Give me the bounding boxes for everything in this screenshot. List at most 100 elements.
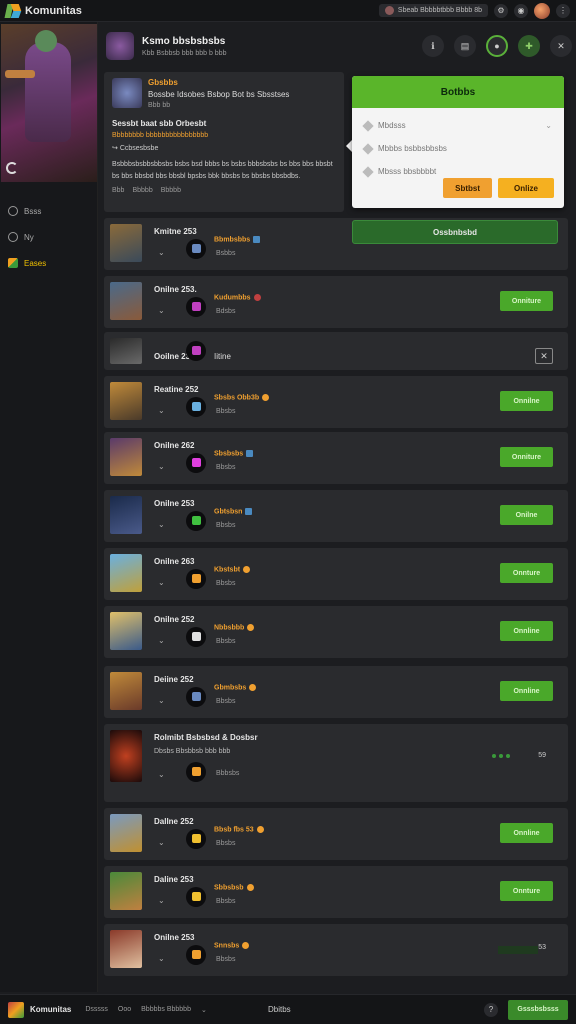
chevron-down-icon[interactable]: ⌄ (158, 896, 165, 905)
item-sub-2: Bbbsbs (216, 770, 240, 777)
online-button[interactable]: Onnture (500, 563, 553, 583)
item-sub: Bbsbs (216, 698, 236, 705)
notice-foot-1[interactable]: Bbb (112, 187, 124, 194)
game-badge-icon (186, 762, 206, 782)
game-badge-icon (186, 297, 206, 317)
item-sub: Bbsbs (216, 408, 236, 415)
bottom-link-3[interactable]: Bbbbbs Bbbbbb (141, 1006, 191, 1013)
item-name: Onilne 253. (154, 285, 197, 294)
popup-option-1[interactable]: Mbdsss ⌄ (352, 114, 564, 137)
document-icon[interactable]: ▤ (454, 35, 476, 57)
green-action-bar[interactable]: Ossbnbsbd (352, 220, 558, 244)
online-button[interactable]: Onniture (500, 291, 553, 311)
notice-heading: Sessbt baat sbb Orbesbt (112, 119, 207, 128)
list-item[interactable]: Ooilne 23 Iitine ✕ (104, 332, 568, 370)
list-item[interactable]: Onilne 253 ⌄ Gbtsbsn Bbsbs Onilne (104, 490, 568, 542)
status-badge (246, 450, 254, 457)
info-icon[interactable]: ℹ (422, 35, 444, 57)
notice-meta: Bbb bb (148, 102, 171, 109)
list-item[interactable]: Onilne 262 ⌄ Sbsbsbs Bbsbs Onniture (104, 432, 568, 484)
chevron-down-icon[interactable]: ⌄ (158, 636, 165, 645)
chevron-down-icon[interactable]: ⌄ (158, 406, 165, 415)
bottom-action-button[interactable]: Gsssbsbsss (508, 999, 568, 1020)
popup-confirm-button[interactable]: Onlize (498, 178, 554, 198)
game-badge-icon (186, 453, 206, 473)
chevron-down-icon[interactable]: ⌄ (158, 306, 165, 315)
item-name: Ooilne 23 (154, 352, 191, 361)
sidebar-item-label: Bsss (24, 206, 42, 216)
online-button[interactable]: Onnture (500, 881, 553, 901)
list-item[interactable]: Daline 253 ⌄ Sbbsbsb Bbsbs Onnture (104, 866, 568, 918)
settings-icon[interactable]: ⚙ (494, 3, 508, 18)
chevron-down-icon[interactable]: ⌄ (158, 696, 165, 705)
bottom-bar: Komunitas Dsssss Ooo Bbbbbs Bbbbbb ⌄ Dbi… (0, 994, 576, 1024)
notice-thumbnail (112, 78, 142, 108)
bottom-link-2[interactable]: Ooo (118, 1006, 131, 1013)
close-button[interactable]: ✕ (535, 348, 553, 364)
game-badge-icon (186, 569, 206, 589)
online-button[interactable]: Onnline (500, 823, 553, 843)
item-name: Onilne 252 (154, 615, 195, 624)
list-item[interactable]: Deiine 252 ⌄ Gbmbsbs Bbsbs Onnline (104, 666, 568, 718)
chevron-down-icon[interactable]: ⌄ (158, 954, 165, 963)
popup-cancel-button[interactable]: Sbtbst (443, 178, 492, 198)
notice-foot-3[interactable]: Bbbbb (161, 187, 181, 194)
online-button[interactable]: Onnilne (500, 391, 553, 411)
list-item[interactable]: Onilne 252 ⌄ Nbbsbbb Bbsbs Onnline (104, 606, 568, 658)
item-sub: Bbsbs (216, 898, 236, 905)
list-item[interactable]: Onilne 253. ⌄ Kudumbbs Bdsbs Onniture (104, 276, 568, 328)
help-icon[interactable]: ? (484, 1002, 498, 1017)
item-label: Nbbsbbb (214, 624, 255, 631)
game-badge-icon (186, 945, 206, 965)
online-status-icon[interactable]: ● (486, 35, 508, 57)
notice-card: Gbsbbs Bossbe Idsobes Bsbop Bot bs Sbsst… (104, 72, 344, 212)
list-item[interactable]: Onilne 253 ⌄ Snnsbs Bbsbs 53 (104, 924, 568, 976)
online-button[interactable]: Onnline (500, 681, 553, 701)
status-indicator[interactable]: Sbeab Bbbbbtbbb Bbbb 8b (378, 4, 488, 17)
chevron-down-icon[interactable]: ⌄ (158, 770, 165, 779)
notice-highlight: Bbbbbbbb bbbbbbbbbbbbbbbb (112, 132, 209, 139)
chevron-down-icon[interactable]: ⌄ (158, 248, 165, 257)
online-button[interactable]: Onniture (500, 447, 553, 467)
sidebar-item-2[interactable]: Ny (0, 224, 97, 250)
game-badge-icon (186, 511, 206, 531)
item-sub: Bbsbs (216, 840, 236, 847)
sidebar-item-1[interactable]: Bsss (0, 198, 97, 224)
list-item[interactable]: Reatine 252 ⌄ Sbsbs Obb3b Bbsbs Onnilne (104, 376, 568, 428)
chevron-down-icon[interactable]: ⌄ (158, 838, 165, 847)
close-icon[interactable]: ✕ (550, 35, 572, 57)
bottom-link-1[interactable]: Dsssss (85, 1006, 108, 1013)
game-thumbnail (110, 282, 142, 320)
notice-foot-2[interactable]: Bbbbb (132, 187, 152, 194)
chevron-down-icon[interactable]: ⌄ (158, 462, 165, 471)
online-button[interactable]: Onilne (500, 505, 553, 525)
list-item[interactable]: Dallne 252 ⌄ Bbsb fbs 53 Bbsbs Onnline (104, 808, 568, 860)
online-button[interactable]: Onnline (500, 621, 553, 641)
status-badge (256, 826, 264, 833)
popup-option-label: Mbsss bbsbbbbt (378, 167, 437, 176)
game-thumbnail (110, 382, 142, 420)
list-item[interactable]: Rolmibt Bsbsbsd & Dosbsr ⌄ Dbsbs Bbsbbsb b… (104, 724, 568, 802)
chevron-down-icon[interactable]: ⌄ (158, 520, 165, 529)
menu-icon[interactable]: ⋮ (556, 3, 570, 18)
popup-option-2[interactable]: Mbbbs bsbbsbbsbs (352, 137, 564, 160)
notice-title: Gbsbbs (148, 78, 178, 87)
game-badge-icon (186, 829, 206, 849)
item-name: Onilne 262 (154, 441, 195, 450)
game-thumbnail (110, 338, 142, 364)
item-name: Onilne 263 (154, 557, 195, 566)
list-item[interactable]: Onilne 263 ⌄ Kbstsbt Bbsbs Onnture (104, 548, 568, 600)
top-bar: Komunitas Sbeab Bbbbbtbbb Bbbb 8b ⚙ ◉ ⋮ (0, 0, 576, 22)
game-thumbnail (110, 872, 142, 910)
popup-option-label: Mbdsss (378, 121, 406, 130)
sidebar-item-3[interactable]: Eases (0, 250, 97, 276)
chevron-down-icon[interactable]: ⌄ (201, 1006, 207, 1014)
notification-icon[interactable]: ◉ (514, 3, 528, 18)
add-icon[interactable]: ✚ (518, 35, 540, 57)
game-badge-icon (186, 397, 206, 417)
action-popup: Botbbs Mbdsss ⌄ Mbbbs bsbbsbbsbs Mbsss bb… (352, 76, 564, 208)
chevron-down-icon[interactable]: ⌄ (158, 578, 165, 587)
status-badge (243, 566, 251, 573)
user-avatar[interactable] (534, 2, 550, 19)
item-name: Kmitne 253 (154, 227, 197, 236)
